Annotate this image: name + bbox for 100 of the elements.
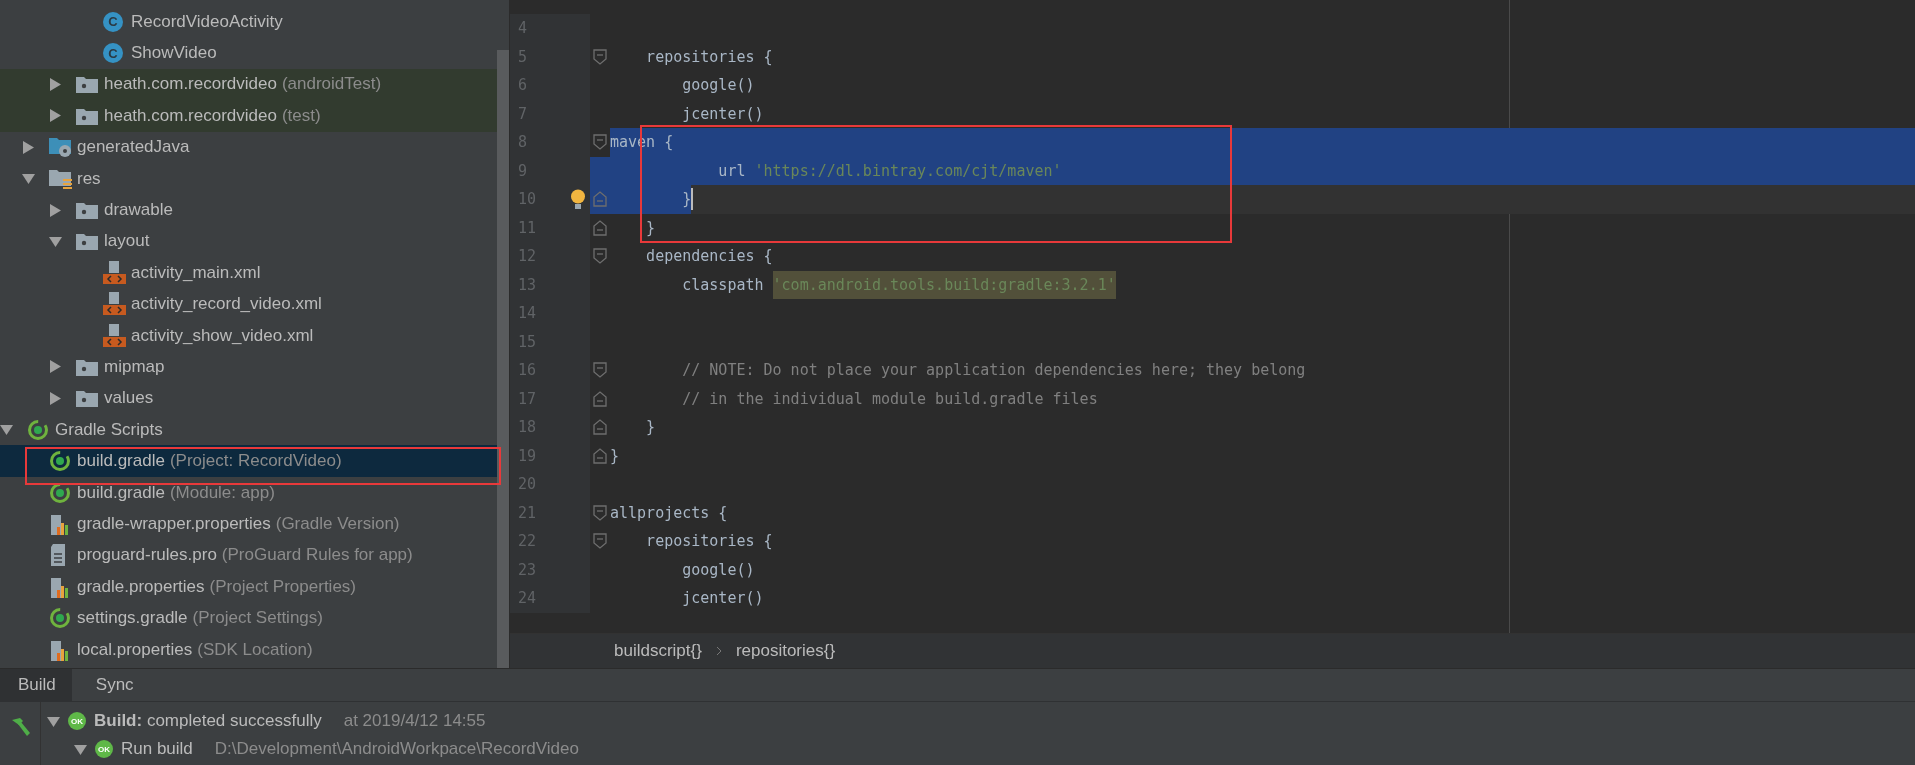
expanded-arrow-icon[interactable] — [49, 234, 62, 248]
collapsed-arrow-icon[interactable] — [49, 77, 62, 91]
file-name: gradle.properties — [77, 576, 205, 597]
tree-item[interactable]: values — [0, 382, 497, 415]
collapsed-arrow-icon[interactable] — [49, 109, 62, 123]
tree-item[interactable]: heath.com.recordvideo (test) — [0, 100, 497, 132]
tree-item[interactable]: activity_show_video.xml — [0, 319, 497, 352]
file-name: layout — [104, 231, 150, 252]
xml-file-icon — [103, 260, 127, 285]
fold-marker-icon[interactable] — [593, 447, 607, 464]
expanded-arrow-icon[interactable] — [22, 172, 35, 186]
build-detail-text: at 2019/4/12 14:55 — [343, 711, 486, 731]
file-name: ShowVideo — [131, 43, 217, 64]
fold-marker-icon[interactable] — [593, 504, 607, 521]
file-name: local.properties — [77, 639, 193, 660]
fold-marker-icon[interactable] — [593, 362, 607, 379]
fold-marker-icon[interactable] — [593, 219, 607, 236]
file-note: (Project Settings) — [192, 608, 323, 629]
gradle-ring-icon — [27, 418, 49, 441]
file-name: activity_record_video.xml — [131, 294, 322, 315]
expanded-arrow-icon[interactable] — [47, 714, 60, 728]
collapsed-arrow-icon[interactable] — [49, 391, 62, 405]
tree-item[interactable]: build.gradle (Project: RecordVideo) — [0, 445, 497, 477]
file-note: (Project Properties) — [209, 576, 356, 597]
scrollbar-thumb[interactable] — [497, 50, 509, 668]
properties-file-icon — [49, 638, 71, 661]
code-line: jcenter() — [681, 588, 764, 610]
fold-marker-icon[interactable] — [593, 248, 607, 265]
folder-icon — [76, 201, 98, 220]
chevron-icon — [715, 646, 722, 656]
file-name: proguard-rules.pro — [77, 545, 217, 566]
file-name: heath.com.recordvideo — [104, 105, 277, 126]
breadcrumb-item[interactable]: repositories{} — [735, 641, 836, 661]
xml-file-icon — [103, 292, 127, 317]
file-note: (Project: RecordVideo) — [169, 451, 342, 472]
collapsed-arrow-icon[interactable] — [49, 360, 62, 374]
tree-item[interactable]: heath.com.recordvideo (androidTest) — [0, 68, 497, 101]
tree-item[interactable]: C RecordVideoActivity — [0, 6, 497, 38]
fold-marker-icon[interactable] — [593, 533, 607, 550]
file-name: RecordVideoActivity — [131, 11, 283, 32]
tree-item[interactable]: gradle-wrapper.properties (Gradle Version) — [0, 508, 497, 540]
code-line: google() — [681, 559, 755, 581]
expanded-arrow-icon[interactable] — [0, 423, 13, 437]
tree-item[interactable]: C ShowVideo — [0, 37, 497, 69]
file-name: build.gradle — [77, 482, 165, 503]
code-line: repositories { — [645, 531, 773, 553]
tree-item[interactable]: activity_record_video.xml — [0, 288, 497, 320]
code-line: allprojects { — [610, 502, 728, 524]
breadcrumb-item[interactable]: buildscript{} — [614, 641, 702, 661]
file-name: res — [77, 168, 101, 189]
text-file-icon — [49, 544, 67, 567]
fold-marker-icon[interactable] — [593, 134, 607, 151]
fold-marker-icon[interactable] — [593, 419, 607, 436]
lightbulb-icon[interactable] — [570, 188, 586, 210]
tool-tab[interactable]: Build — [0, 669, 72, 701]
build-status-text: Run build — [121, 739, 193, 759]
tree-item[interactable]: local.properties (SDK Location) — [0, 633, 497, 666]
resource-folder-icon — [49, 167, 73, 190]
tree-item[interactable]: activity_main.xml — [0, 257, 497, 289]
code-line: repositories { — [645, 46, 773, 68]
properties-file-icon — [49, 512, 71, 535]
file-note: (Module: app) — [169, 482, 275, 503]
properties-file-icon — [49, 575, 71, 598]
tree-item[interactable]: Gradle Scripts — [0, 414, 497, 446]
tree-item[interactable]: settings.gradle (Project Settings) — [0, 602, 497, 634]
gradle-ring-icon — [49, 450, 71, 473]
tree-item[interactable]: gradle.properties (Project Properties) — [0, 571, 497, 603]
expanded-arrow-icon[interactable] — [74, 742, 87, 756]
code-line: } — [681, 189, 692, 211]
build-status-text: Build: completed successfully — [94, 711, 322, 731]
folder-icon — [76, 75, 98, 94]
file-name: settings.gradle — [77, 608, 188, 629]
code-line: } — [645, 217, 656, 239]
code-line: google() — [681, 75, 755, 97]
tree-item[interactable]: generatedJava — [0, 131, 497, 163]
file-name: mipmap — [104, 357, 165, 377]
collapsed-arrow-icon[interactable] — [22, 140, 35, 154]
fold-marker-icon[interactable] — [593, 191, 607, 208]
file-name: build.gradle — [77, 451, 165, 472]
code-line: // in the individual module build.gradle files — [681, 388, 1098, 410]
code-line: jcenter() — [681, 103, 764, 125]
file-name: generatedJava — [77, 137, 190, 158]
fold-marker-icon[interactable] — [593, 48, 607, 65]
folder-icon — [76, 232, 98, 251]
tree-item[interactable]: build.gradle (Module: app) — [0, 476, 497, 509]
tree-item[interactable]: layout — [0, 225, 497, 258]
tree-item[interactable]: res — [0, 162, 497, 195]
file-note: (ProGuard Rules for app) — [221, 545, 413, 566]
class-icon: C — [103, 43, 123, 64]
file-name: Gradle Scripts — [55, 419, 163, 440]
collapsed-arrow-icon[interactable] — [49, 203, 62, 217]
tool-tab[interactable]: Sync — [77, 669, 150, 701]
fold-marker-icon[interactable] — [593, 390, 607, 407]
file-name: activity_main.xml — [131, 262, 261, 283]
folder-icon — [76, 358, 98, 376]
gradle-ring-icon — [49, 607, 71, 630]
tree-item[interactable]: drawable — [0, 194, 497, 226]
tree-item[interactable]: proguard-rules.pro (ProGuard Rules for app) — [0, 539, 497, 572]
code-line: } — [645, 417, 656, 439]
tree-item[interactable]: mipmap — [0, 351, 497, 383]
